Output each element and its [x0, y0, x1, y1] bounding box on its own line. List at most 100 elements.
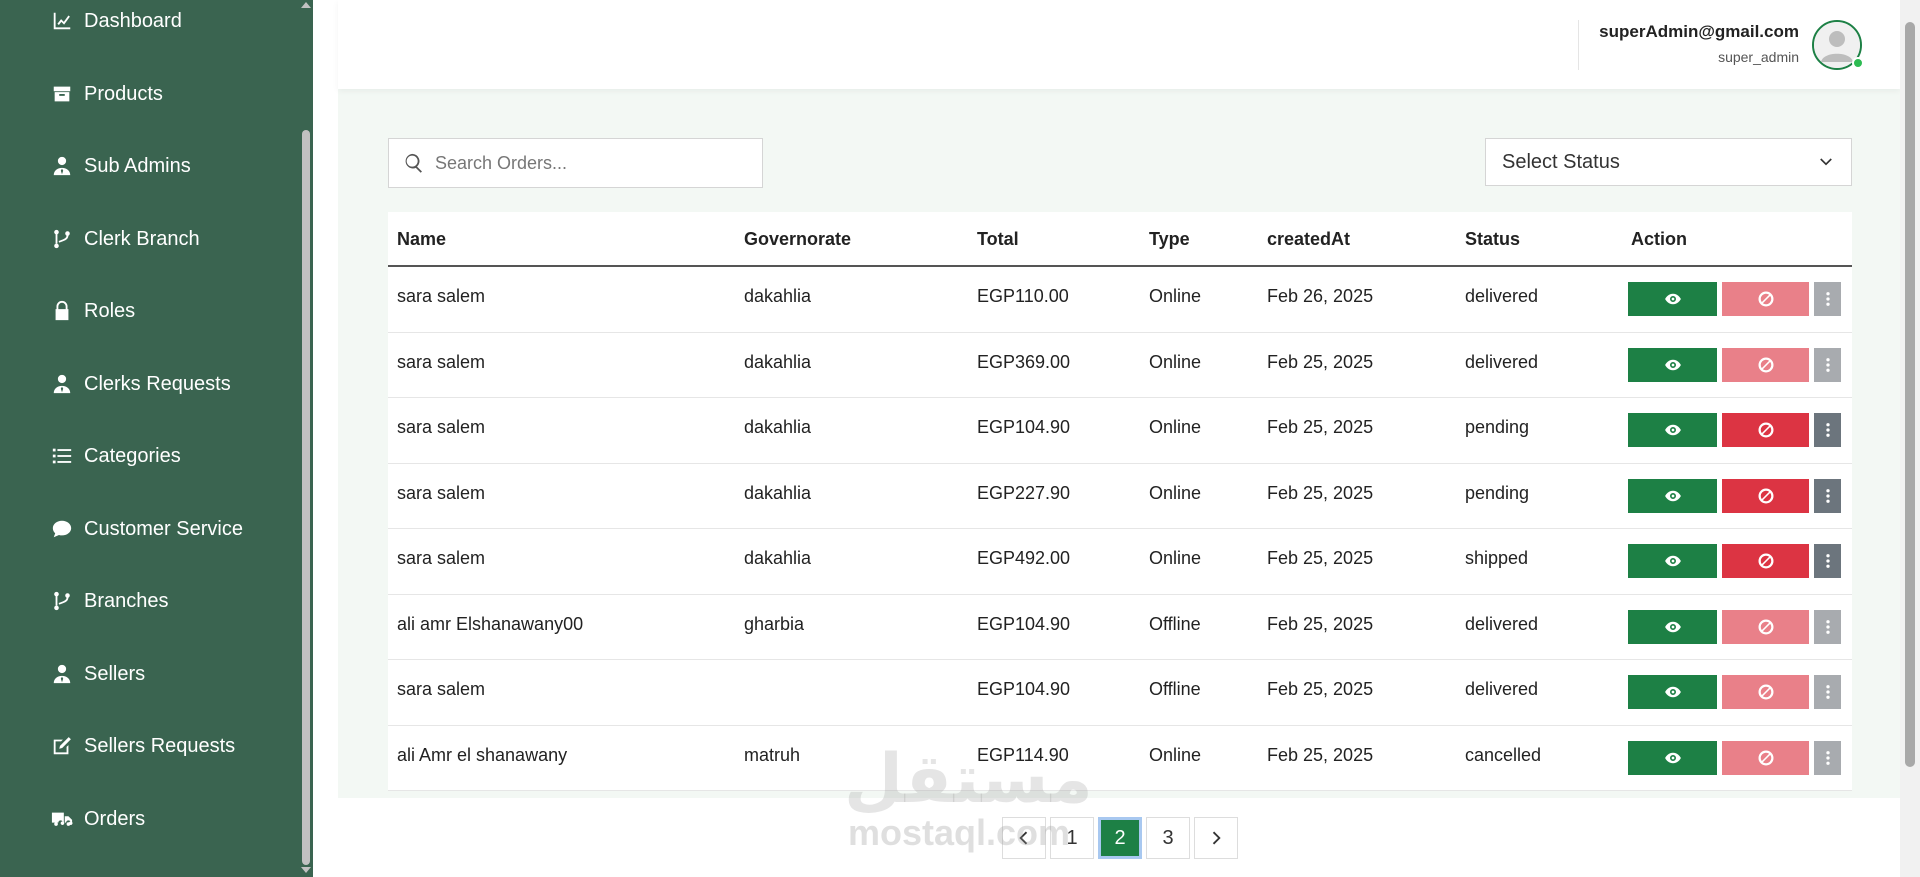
cell-governorate: dakahlia	[744, 351, 812, 372]
cell-type: Offline	[1149, 679, 1201, 699]
sidebar-item-sellers-requests[interactable]: Sellers Requests	[48, 726, 235, 766]
cancel-order-button[interactable]	[1722, 609, 1809, 644]
cell-governorate: dakahlia	[744, 417, 812, 437]
search-input[interactable]	[435, 152, 745, 174]
cancel-order-button[interactable]	[1722, 544, 1809, 578]
sidebar-item-branches[interactable]: Branches	[48, 581, 169, 621]
table-row: sara salem dakahlia EGP492.00 Online Feb 25,…	[388, 529, 1852, 595]
sidebar-scroll-down-arrow[interactable]	[301, 867, 311, 873]
ellipsis-vertical-icon	[1825, 488, 1830, 503]
cell-name: sara salem	[397, 351, 486, 372]
ellipsis-vertical-icon	[1825, 685, 1830, 699]
branch-icon	[48, 587, 76, 615]
more-actions-button[interactable]	[1814, 609, 1841, 644]
chart-line-icon	[48, 7, 76, 35]
sidebar-item-label: Sellers Requests	[84, 734, 236, 757]
user-tie-icon	[48, 152, 76, 180]
status-select-value: Select Status	[1502, 150, 1620, 173]
page-button-3[interactable]: 3	[1146, 817, 1190, 859]
eye-icon	[1664, 621, 1681, 632]
more-actions-button[interactable]	[1814, 544, 1841, 578]
cell-status: delivered	[1465, 286, 1539, 306]
cell-name: sara salem	[397, 482, 486, 503]
sidebar-item-orders[interactable]: Orders	[48, 799, 145, 839]
cell-created: Feb 25, 2025	[1267, 351, 1374, 372]
status-select[interactable]: Select Status	[1485, 138, 1852, 186]
sidebar-scrollbar-thumb[interactable]	[302, 130, 310, 865]
ban-icon	[1758, 291, 1773, 307]
sidebar-item-label: Clerk Branch	[84, 227, 200, 250]
cell-type: Online	[1149, 482, 1202, 503]
pagination-bar: 123	[338, 798, 1900, 877]
cell-governorate: gharbia	[744, 613, 805, 634]
main-content: superAdmin@gmail.com super_admin Select …	[338, 0, 1900, 877]
view-order-button[interactable]	[1628, 609, 1717, 644]
ban-icon	[1758, 422, 1773, 438]
cell-governorate: dakahlia	[744, 482, 812, 503]
page-button-1[interactable]: 1	[1050, 817, 1094, 859]
cancel-order-button[interactable]	[1722, 675, 1809, 709]
table-row: ali amr Elshanawany00 gharbia EGP104.90 Off…	[388, 595, 1852, 660]
cancel-order-button[interactable]	[1722, 740, 1809, 775]
sidebar-item-sellers[interactable]: Sellers	[48, 654, 145, 694]
more-actions-button[interactable]	[1814, 413, 1841, 447]
user-email: superAdmin@gmail.com	[1599, 22, 1799, 41]
eye-icon	[1664, 686, 1681, 698]
page-button-2[interactable]: 2	[1098, 817, 1142, 859]
cell-name: sara salem	[397, 286, 486, 306]
orders-table: Name Governorate Total Type createdAt Status A…	[388, 212, 1852, 791]
sidebar-item-customer-service[interactable]: Customer Service	[48, 509, 243, 549]
sidebar-scroll-up-arrow[interactable]	[301, 2, 311, 8]
column-header-action: Action	[1631, 229, 1687, 249]
sidebar-item-clerk-branch[interactable]: Clerk Branch	[48, 219, 200, 259]
cell-created: Feb 25, 2025	[1267, 548, 1374, 568]
lock-icon	[48, 297, 76, 325]
eye-icon	[1664, 424, 1681, 436]
cell-total: EGP110.00	[977, 286, 1069, 306]
cancel-order-button[interactable]	[1722, 282, 1809, 316]
view-order-button[interactable]	[1628, 675, 1717, 709]
sidebar-item-label: Products	[84, 82, 163, 105]
search-box[interactable]	[388, 138, 763, 188]
cell-name: ali amr Elshanawany00	[397, 613, 584, 634]
next-page-button[interactable]	[1194, 817, 1238, 859]
window-scrollbar-thumb[interactable]	[1905, 22, 1915, 767]
sidebar-item-dashboard[interactable]: Dashboard	[48, 1, 182, 41]
cancel-order-button[interactable]	[1722, 478, 1809, 513]
view-order-button[interactable]	[1628, 347, 1717, 382]
view-order-button[interactable]	[1628, 413, 1717, 447]
cell-status: pending	[1465, 482, 1530, 503]
cell-created: Feb 25, 2025	[1267, 744, 1374, 765]
sidebar-item-label: Customer Service	[84, 517, 243, 540]
more-actions-button[interactable]	[1814, 478, 1841, 513]
top-header: superAdmin@gmail.com super_admin	[338, 0, 1900, 89]
cell-created: Feb 25, 2025	[1267, 417, 1374, 437]
sidebar-item-sub-admins[interactable]: Sub Admins	[48, 146, 191, 186]
prev-page-button[interactable]	[1002, 817, 1046, 859]
cell-type: Online	[1149, 548, 1202, 568]
table-row: sara salem dakahlia EGP110.00 Online Feb 26,…	[388, 267, 1852, 333]
sidebar-item-roles[interactable]: Roles	[48, 291, 135, 331]
more-actions-button[interactable]	[1814, 347, 1841, 382]
cell-created: Feb 26, 2025	[1267, 286, 1374, 306]
view-order-button[interactable]	[1628, 282, 1717, 316]
more-actions-button[interactable]	[1814, 740, 1841, 775]
cancel-order-button[interactable]	[1722, 413, 1809, 447]
more-actions-button[interactable]	[1814, 282, 1841, 316]
column-header-status: Status	[1465, 229, 1521, 249]
view-order-button[interactable]	[1628, 544, 1717, 578]
chevron-left-icon	[1019, 831, 1028, 845]
sidebar-item-label: Categories	[84, 444, 181, 467]
view-order-button[interactable]	[1628, 740, 1717, 775]
cancel-order-button[interactable]	[1722, 347, 1809, 382]
ellipsis-vertical-icon	[1825, 423, 1830, 437]
table-header: Name Governorate Total Type createdAt Status A…	[388, 212, 1852, 267]
column-header-createdat: createdAt	[1267, 229, 1351, 249]
sidebar-item-clerks-requests[interactable]: Clerks Requests	[48, 364, 231, 404]
view-order-button[interactable]	[1628, 478, 1717, 513]
more-actions-button[interactable]	[1814, 675, 1841, 709]
sidebar-item-products[interactable]: Products	[48, 74, 163, 114]
sidebar-item-categories[interactable]: Categories	[48, 436, 181, 476]
ellipsis-vertical-icon	[1825, 554, 1830, 568]
ellipsis-vertical-icon	[1825, 292, 1830, 306]
